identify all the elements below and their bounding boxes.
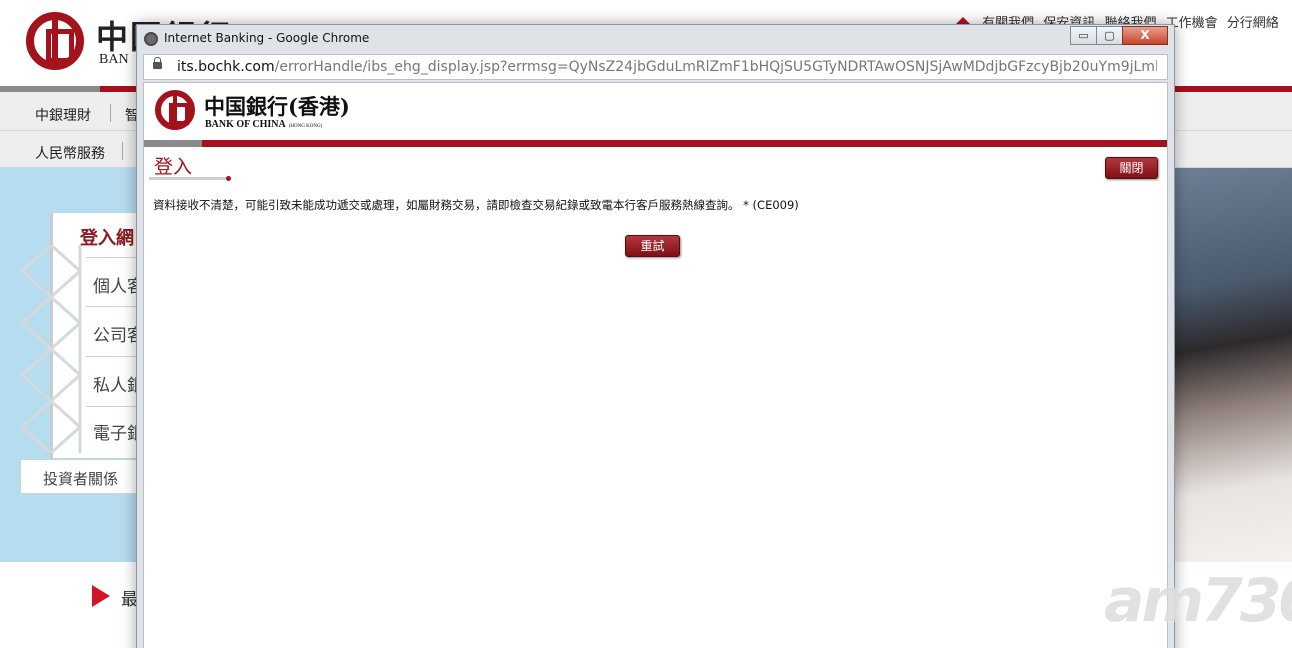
investor-relations-link[interactable]: 投資者關係 [20, 459, 150, 494]
page-title: 登入 [154, 156, 193, 178]
window-title: Internet Banking - Google Chrome [164, 31, 370, 45]
top-link-branches[interactable]: 分行網絡 [1227, 16, 1279, 31]
close-icon: X [1140, 28, 1150, 42]
url-text[interactable]: its.bochk.com/errorHandle/ibs_ehg_displa… [177, 59, 1157, 75]
page-content: 中国銀行(香港) BANK OF CHINA (HONG KONG) 登入 關閉 … [143, 82, 1168, 648]
window-titlebar[interactable]: Internet Banking - Google Chrome ▭ ▢ X [137, 25, 1174, 53]
error-message: 資料接收不清楚，可能引致未能成功遞交或處理，如屬財務交易，請即檢查交易紀錄或致電… [153, 198, 799, 212]
title-underline [149, 176, 231, 181]
bank-logo-icon [26, 12, 84, 70]
lattice-decoration-icon [20, 245, 82, 453]
watermark-logo: am730 [1104, 566, 1292, 636]
chrome-favicon-icon [144, 32, 158, 46]
maximize-icon: ▢ [1104, 29, 1115, 42]
hero-photo [1168, 168, 1292, 562]
investor-relations-label: 投資者關係 [43, 470, 119, 488]
nav-item-rmb[interactable]: 人民幣服務 [35, 143, 105, 163]
browser-popup-window: Internet Banking - Google Chrome ▭ ▢ X i… [136, 24, 1175, 648]
minimize-button[interactable]: ▭ [1070, 26, 1097, 45]
boc-logo-chinese: 中国銀行(香港) [204, 94, 350, 119]
maximize-button[interactable]: ▢ [1096, 26, 1123, 45]
window-close-button[interactable]: X [1122, 26, 1168, 45]
nav-separator [110, 104, 111, 122]
nav-item-wealth[interactable]: 中銀理財 [35, 105, 91, 125]
window-controls: ▭ ▢ X [1070, 26, 1168, 46]
play-arrow-icon [92, 585, 110, 607]
bank-logo-english: BAN [99, 52, 129, 67]
boc-logo-icon [155, 90, 195, 130]
retry-button[interactable]: 重試 [625, 235, 680, 257]
login-panel-title: 登入網 [80, 228, 134, 249]
close-button[interactable]: 關閉 [1105, 157, 1158, 179]
brand-bar [144, 140, 1167, 147]
minimize-icon: ▭ [1078, 29, 1089, 42]
nav-separator [122, 142, 123, 160]
lock-icon[interactable] [153, 57, 162, 69]
address-bar[interactable]: its.bochk.com/errorHandle/ibs_ehg_displa… [143, 54, 1168, 80]
boc-logo-english: BANK OF CHINA (HONG KONG) [205, 119, 323, 130]
